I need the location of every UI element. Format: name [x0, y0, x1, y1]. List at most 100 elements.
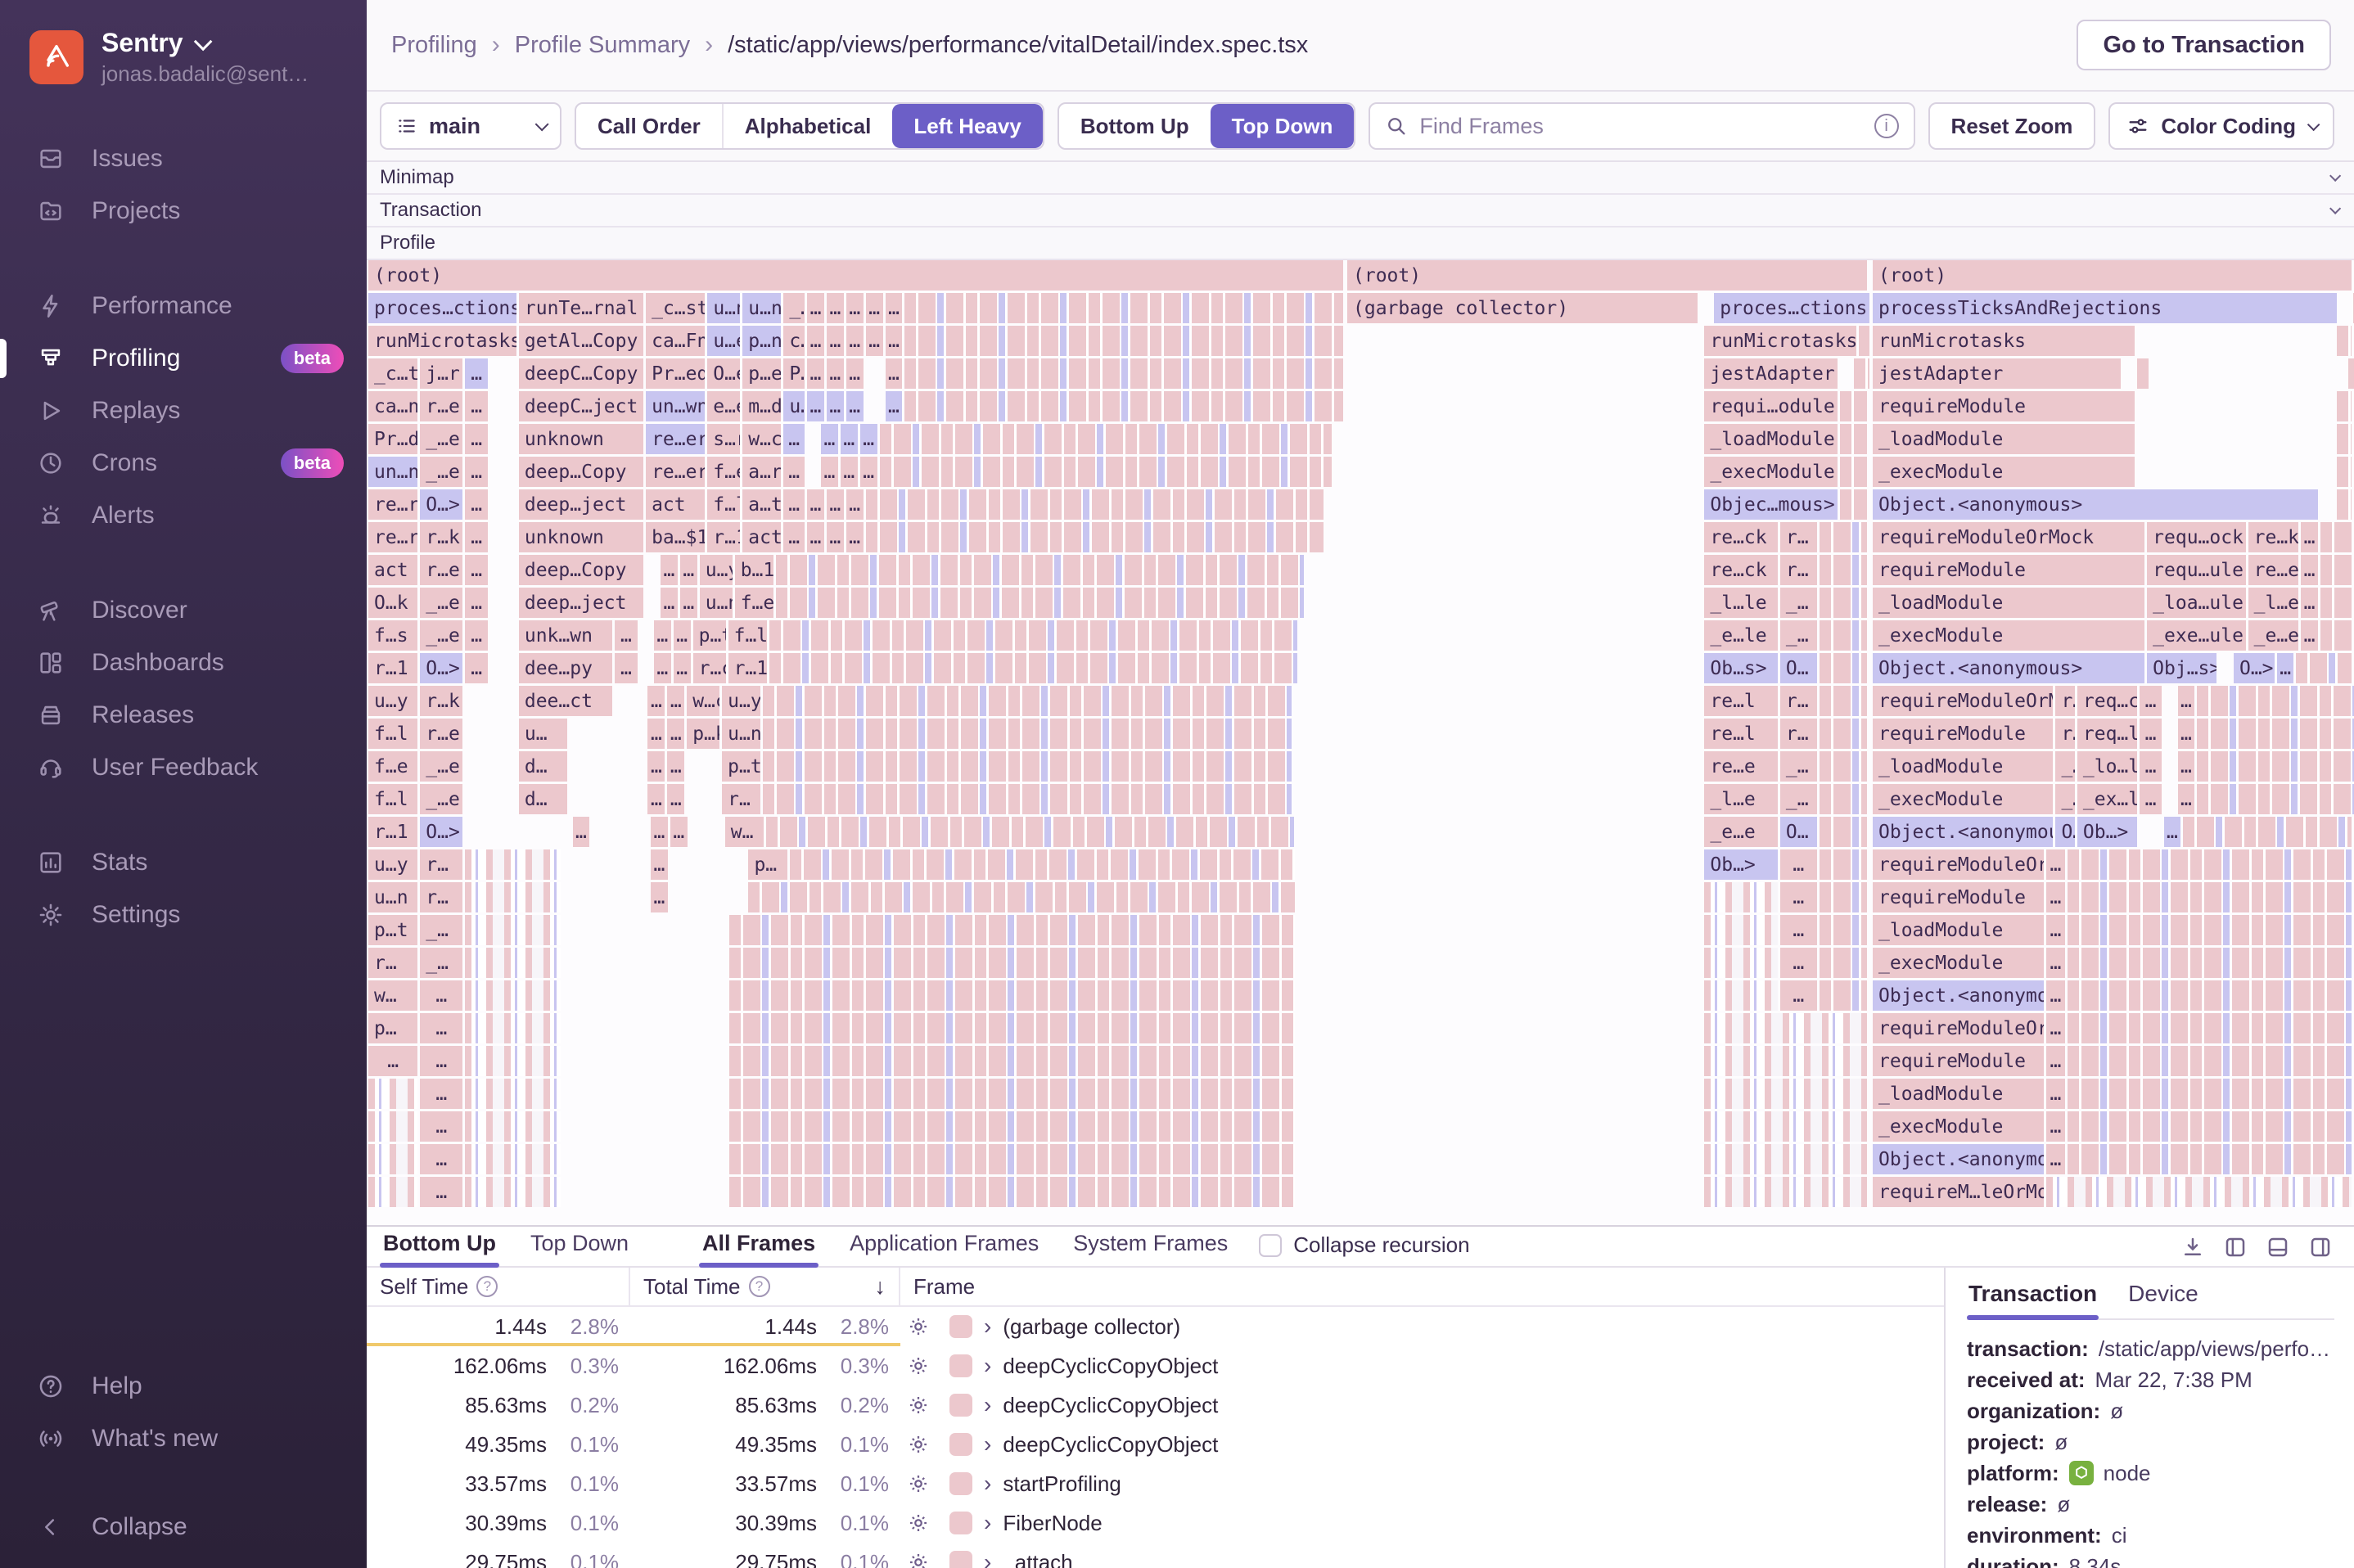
flame-frame[interactable]: r…e — [420, 719, 462, 749]
frame-cell[interactable]: ›startProfiling — [936, 1464, 1944, 1503]
flame-frame[interactable]: … — [654, 620, 671, 651]
flame-frame[interactable]: deep…ject — [519, 489, 643, 520]
flame-frame[interactable]: a…t — [742, 489, 781, 520]
flame-frame[interactable]: (root) — [1347, 260, 1867, 291]
flame-sliver[interactable] — [2320, 620, 2352, 651]
flame-frame[interactable]: … — [2046, 980, 2065, 1011]
flame-frame[interactable]: p… — [368, 1013, 417, 1043]
breadcrumb-profiling[interactable]: Profiling — [391, 32, 477, 59]
flame-frame[interactable]: … — [674, 620, 691, 651]
flame-frame[interactable]: (root) — [1873, 260, 2352, 291]
flame-frame[interactable]: Object.<anonymous> — [1873, 980, 2044, 1011]
flame-frame[interactable]: _loadModule — [1873, 915, 2044, 945]
flame-frame[interactable]: … — [841, 457, 858, 487]
flame-frame[interactable]: O… — [1780, 653, 1817, 683]
flame-sliver[interactable] — [763, 719, 1291, 749]
flame-frame[interactable]: O…> — [420, 817, 462, 847]
flame-sliver[interactable] — [1820, 751, 1867, 782]
flame-frame[interactable]: … — [651, 849, 668, 880]
flame-frame[interactable]: un…n — [368, 457, 417, 487]
transaction-band[interactable]: Transaction — [367, 195, 2354, 228]
flame-sliver[interactable] — [2337, 457, 2352, 487]
flame-frame[interactable]: _loa…ule — [2147, 588, 2245, 618]
flame-sliver[interactable] — [2197, 784, 2354, 814]
flame-frame[interactable]: … — [465, 620, 488, 651]
expand-chevron-icon[interactable]: › — [984, 1551, 991, 1568]
sidebar-item-stats[interactable]: Stats — [0, 836, 367, 889]
flame-sliver[interactable] — [2197, 751, 2354, 782]
flame-frame[interactable]: _… — [1780, 784, 1817, 814]
flame-sliver[interactable] — [1820, 980, 1867, 1011]
flame-frame[interactable]: _l…e — [1704, 784, 1778, 814]
search-input[interactable] — [1419, 114, 1862, 139]
flame-frame[interactable]: p…n — [742, 326, 781, 356]
flame-frame[interactable]: … — [667, 751, 684, 782]
flame-frame[interactable]: unknown — [519, 522, 643, 552]
flame-sliver[interactable] — [1820, 588, 1867, 618]
table-row[interactable]: 29.75ms0.1%29.75ms0.1%›_attach — [367, 1543, 1944, 1568]
flame-frame[interactable]: re…l — [1704, 686, 1778, 716]
flame-frame[interactable]: f…e — [735, 588, 773, 618]
flame-sliver[interactable] — [1820, 522, 1867, 552]
flame-sliver[interactable] — [2068, 915, 2352, 945]
flame-frame[interactable]: _…e — [420, 457, 462, 487]
sidebar-item-replays[interactable]: Replays — [0, 385, 367, 437]
flame-sliver[interactable] — [2183, 817, 2352, 847]
gear-icon[interactable] — [900, 1314, 936, 1339]
flame-frame[interactable]: … — [465, 555, 488, 585]
flame-frame[interactable]: _… — [420, 948, 462, 978]
details-tab-transaction[interactable]: Transaction — [1967, 1276, 2099, 1318]
flame-frame[interactable]: runTe…rnal — [519, 293, 643, 323]
flame-frame[interactable]: … — [807, 522, 824, 552]
flame-frame[interactable]: _execModule — [1873, 948, 2044, 978]
flame-frame[interactable]: f…e — [368, 751, 417, 782]
flame-sliver[interactable] — [880, 424, 1332, 454]
flame-sliver[interactable] — [2137, 358, 2149, 389]
flame-sliver[interactable] — [729, 1111, 1296, 1142]
flame-sliver[interactable] — [2197, 686, 2354, 716]
flame-frame[interactable]: requireModule — [1873, 555, 2144, 585]
flame-frame[interactable]: … — [2046, 1144, 2065, 1174]
flame-frame[interactable]: … — [827, 326, 844, 356]
flame-frame[interactable]: f…l — [368, 784, 417, 814]
flame-frame[interactable]: r… — [368, 948, 417, 978]
flame-frame[interactable]: r…1 — [368, 817, 417, 847]
flame-frame[interactable]: re…e — [1704, 751, 1778, 782]
flame-frame[interactable]: re…k — [2248, 522, 2299, 552]
flame-frame[interactable]: _l…le — [1704, 588, 1778, 618]
flame-graph[interactable]: (root)proces…ctionsrunTe…rnal_c…stu…nu…n… — [367, 260, 2354, 1225]
flame-frame[interactable]: … — [807, 326, 824, 356]
flame-frame[interactable]: _l…e — [2248, 588, 2299, 618]
flame-frame[interactable]: requ…ule — [2147, 555, 2245, 585]
flame-sliver[interactable] — [2068, 1046, 2352, 1076]
flame-frame[interactable]: requi…odule — [1704, 391, 1838, 421]
flame-frame[interactable]: … — [827, 391, 844, 421]
flame-sliver[interactable] — [2068, 1013, 2352, 1043]
flame-frame[interactable]: … — [783, 522, 805, 552]
sidebar-item-crons[interactable]: Cronsbeta — [0, 437, 367, 489]
self-time-header[interactable]: Self Time? — [367, 1268, 630, 1305]
flame-frame[interactable]: r… — [722, 784, 760, 814]
gear-icon[interactable] — [900, 1511, 936, 1535]
flame-frame[interactable]: Object.<anonymous> — [1873, 1144, 2044, 1174]
flame-frame[interactable]: _…e — [420, 424, 462, 454]
flame-frame[interactable]: f…l — [728, 620, 767, 651]
flame-frame[interactable]: f…s — [368, 620, 417, 651]
flame-frame[interactable]: _execModule — [1873, 1111, 2044, 1142]
flame-frame[interactable]: … — [827, 489, 844, 520]
flame-frame[interactable]: … — [647, 784, 665, 814]
sidebar-item-issues[interactable]: Issues — [0, 133, 367, 185]
flame-frame[interactable]: re…r — [368, 489, 417, 520]
sidebar-item-what-s-new[interactable]: What's new — [0, 1413, 367, 1465]
flame-frame[interactable]: _… — [1780, 751, 1817, 782]
download-icon[interactable] — [2180, 1235, 2205, 1259]
flame-frame[interactable]: r… — [420, 882, 462, 912]
flame-frame[interactable]: r…1 — [728, 653, 767, 683]
flame-frame[interactable]: Object.<anonymous> — [1873, 653, 2144, 683]
go-to-transaction-button[interactable]: Go to Transaction — [2077, 20, 2331, 70]
flame-frame[interactable]: u…y — [722, 686, 760, 716]
flame-frame[interactable]: … — [2140, 784, 2161, 814]
flame-frame[interactable]: … — [420, 1079, 462, 1109]
flame-frame[interactable]: u…n — [722, 719, 760, 749]
flame-sliver[interactable] — [2068, 849, 2352, 880]
